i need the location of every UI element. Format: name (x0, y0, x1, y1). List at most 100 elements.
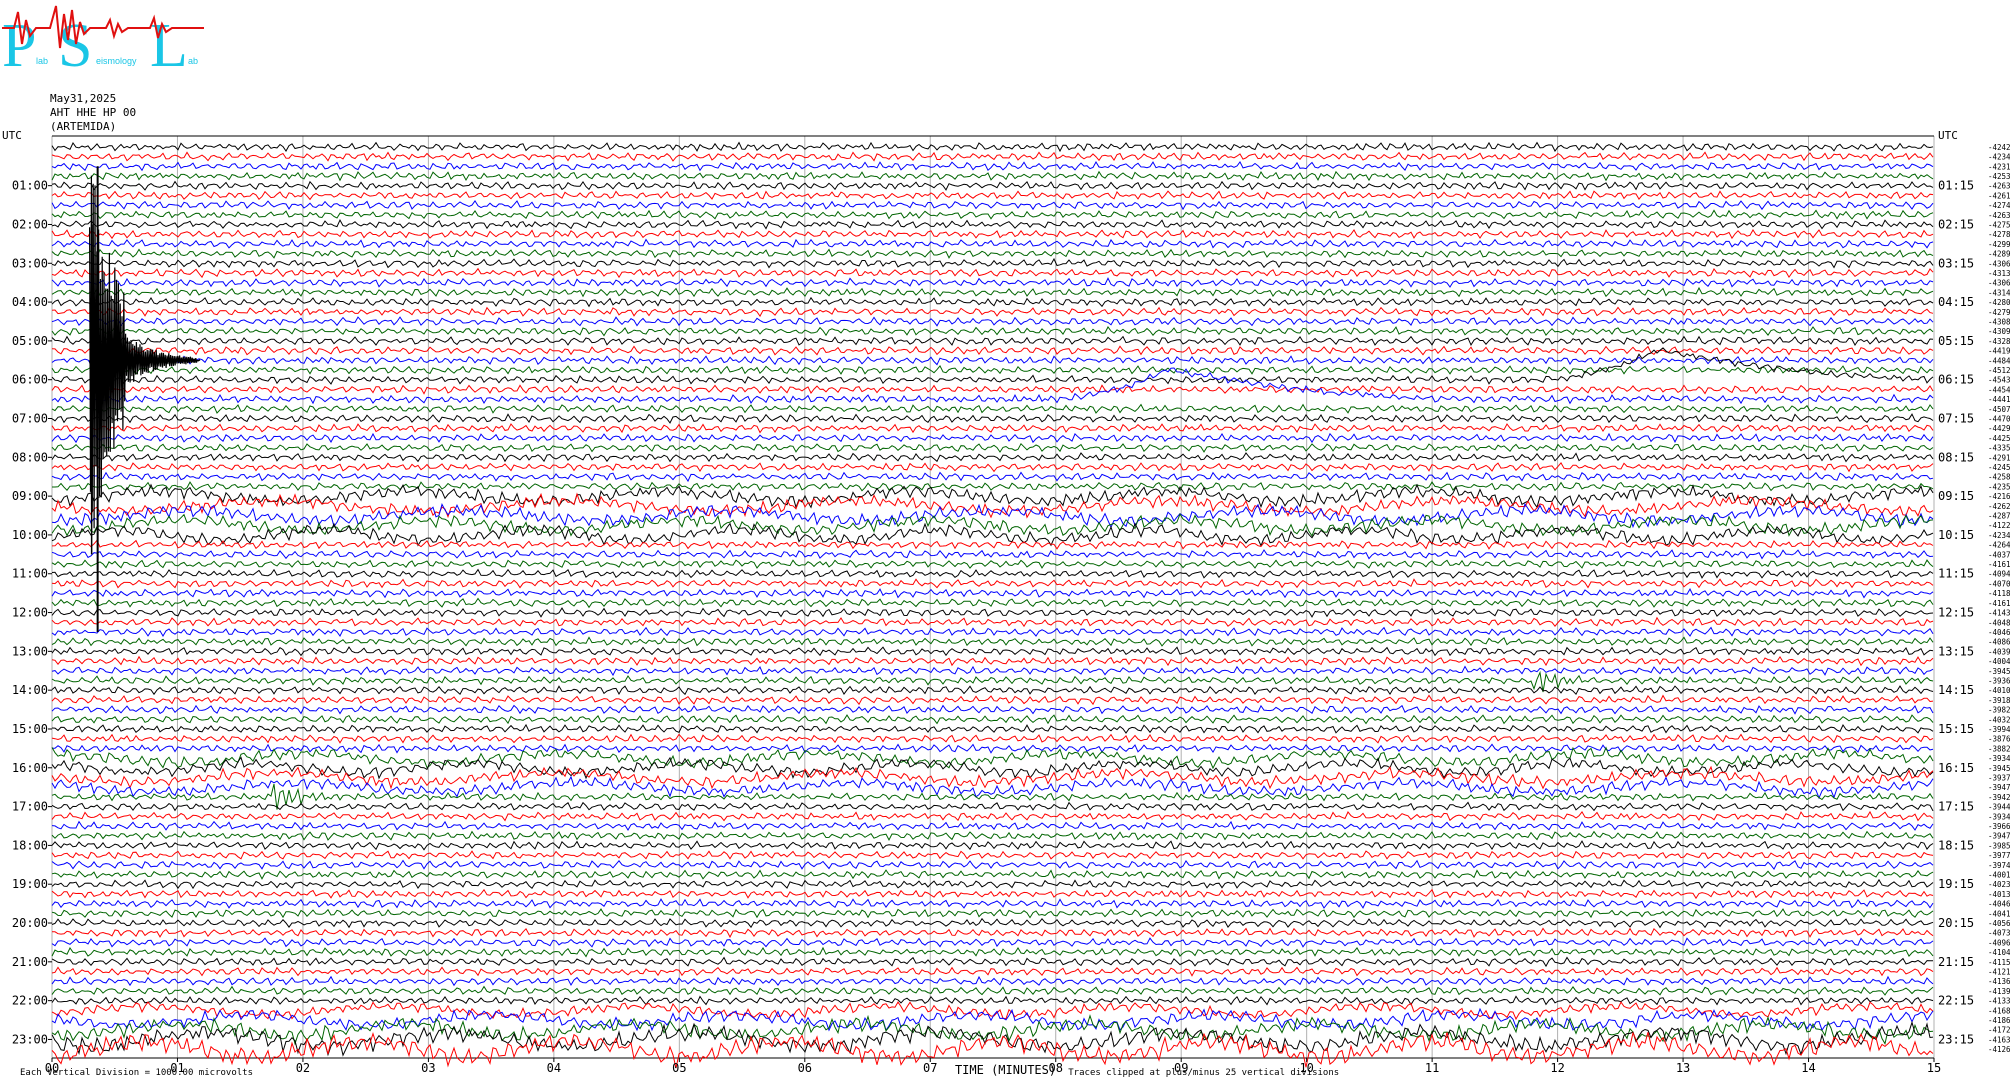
trace-13 (51, 257, 1934, 269)
hour-label-left-7: 07:00 (12, 412, 48, 426)
trace-offset-89: -4133 (1988, 997, 2010, 1006)
hour-label-left-16: 16:00 (12, 761, 48, 775)
trace-offset-52: -4086 (1988, 638, 2010, 647)
trace-offset-88: -4139 (1988, 987, 2010, 996)
trace-offset-78: -4013 (1988, 890, 2010, 899)
trace-24 (51, 364, 1934, 375)
trace-55 (51, 665, 1934, 677)
hour-label-left-17: 17:00 (12, 800, 48, 814)
helicorder-plot: UTC UTC 01:00 02:00 03:00 04:00 05:00 06:00 07:0… (2, 129, 2010, 1078)
trace-78 (51, 888, 1934, 900)
trace-offset-68: -3942 (1988, 793, 2010, 802)
trace-offset-39: -4287 (1988, 512, 2010, 521)
trace-offset-81: -4056 (1988, 919, 2010, 928)
trace-offset-14: -4313 (1988, 269, 2010, 278)
trace-3 (51, 160, 1934, 172)
trace-offset-16: -4314 (1988, 288, 2010, 297)
hour-label-left-2: 02:00 (12, 217, 48, 231)
trace-offset-87: -4136 (1988, 977, 2010, 986)
trace-52 (51, 636, 1934, 647)
hour-label-right-23: 23:15 (1938, 1032, 1974, 1046)
trace-45 (51, 568, 1934, 579)
trace-17 (51, 296, 1934, 308)
hour-label-left-12: 12:00 (12, 606, 48, 620)
trace-69 (51, 801, 1934, 812)
trace-offset-73: -3985 (1988, 841, 2010, 850)
trace-27 (51, 367, 1934, 405)
hour-label-right-7: 07:15 (1938, 412, 1974, 426)
trace-81 (51, 917, 1934, 929)
trace-offset-45: -4094 (1988, 570, 2010, 579)
hour-label-right-5: 05:15 (1938, 334, 1974, 348)
hour-label-right-11: 11:15 (1938, 567, 1974, 581)
trace-71 (51, 820, 1934, 831)
footer-right-note: Traces clipped at plus/minus 25 vertical… (1068, 1068, 1339, 1078)
trace-offset-25: -4543 (1988, 376, 2010, 385)
footer-left-note: Each Vertical Division = 1000.00 microvo… (20, 1068, 253, 1078)
hour-label-left-3: 03:00 (12, 256, 48, 270)
trace-offset-48: -4161 (1988, 599, 2010, 608)
trace-16 (51, 286, 1934, 298)
trace-offset-41: -4234 (1988, 531, 2010, 540)
trace-80 (51, 908, 1934, 919)
trace-offset-34: -4245 (1988, 463, 2010, 472)
trace-offset-9: -4275 (1988, 220, 2010, 229)
trace-offset-49: -4143 (1988, 609, 2010, 618)
x-tick-06: 06 (798, 1061, 812, 1075)
hour-label-right-13: 13:15 (1938, 644, 1974, 658)
trace-7 (51, 199, 1934, 211)
x-tick-02: 02 (296, 1061, 310, 1075)
hour-label-left-9: 09:00 (12, 489, 48, 503)
trace-offset-67: -3947 (1988, 783, 2010, 792)
hour-label-right-1: 01:15 (1938, 179, 1974, 193)
hour-label-right-20: 20:15 (1938, 916, 1974, 930)
trace-offset-11: -4299 (1988, 240, 2010, 249)
left-axis-title: UTC (2, 129, 22, 142)
trace-offset-23: -4484 (1988, 356, 2010, 365)
hour-label-left-22: 22:00 (12, 994, 48, 1008)
trace-offset-63: -3882 (1988, 744, 2010, 753)
trace-offset-10: -4278 (1988, 230, 2010, 239)
trace-49 (51, 607, 1934, 618)
x-tick-15: 15 (1927, 1061, 1941, 1075)
trace-77 (51, 878, 1934, 890)
hour-label-right-10: 10:15 (1938, 528, 1974, 542)
trace-offset-83: -4096 (1988, 938, 2010, 947)
trace-53 (51, 646, 1934, 657)
hour-label-right-9: 09:15 (1938, 489, 1974, 503)
trace-offset-60: -4032 (1988, 715, 2010, 724)
trace-89 (51, 995, 1934, 1006)
trace-34 (51, 462, 1934, 473)
trace-offset-37: -4216 (1988, 492, 2010, 501)
trace-offset-21: -4328 (1988, 337, 2010, 346)
trace-offset-51: -4046 (1988, 628, 2010, 637)
trace-offset-54: -4004 (1988, 657, 2010, 666)
x-tick-12: 12 (1550, 1061, 1564, 1075)
hour-label-right-3: 03:15 (1938, 256, 1974, 270)
hour-label-left-8: 08:00 (12, 450, 48, 464)
trace-offset-79: -4046 (1988, 900, 2010, 909)
trace-offset-20: -4309 (1988, 327, 2010, 336)
trace-offset-94: -4126 (1988, 1045, 2010, 1054)
trace-offset-36: -4235 (1988, 482, 2010, 491)
trace-offset-76: -4001 (1988, 871, 2010, 880)
hour-label-left-18: 18:00 (12, 838, 48, 852)
trace-offset-57: -4010 (1988, 686, 2010, 695)
trace-offset-18: -4279 (1988, 308, 2010, 317)
trace-offset-77: -4023 (1988, 880, 2010, 889)
hour-label-right-17: 17:15 (1938, 800, 1974, 814)
trace-offset-17: -4280 (1988, 298, 2010, 307)
trace-offset-28: -4507 (1988, 405, 2010, 414)
trace-offset-22: -4419 (1988, 347, 2010, 356)
trace-offset-42: -4264 (1988, 541, 2010, 550)
trace-offset-93: -4163 (1988, 1035, 2010, 1044)
trace-14 (51, 267, 1934, 279)
trace-offset-12: -4289 (1988, 250, 2010, 259)
trace-offset-69: -3944 (1988, 803, 2010, 812)
hour-label-left-21: 21:00 (12, 955, 48, 969)
trace-76 (51, 869, 1934, 880)
trace-offset-71: -3966 (1988, 822, 2010, 831)
hour-label-right-12: 12:15 (1938, 606, 1974, 620)
hour-label-left-23: 23:00 (12, 1032, 48, 1046)
trace-11 (51, 238, 1934, 249)
